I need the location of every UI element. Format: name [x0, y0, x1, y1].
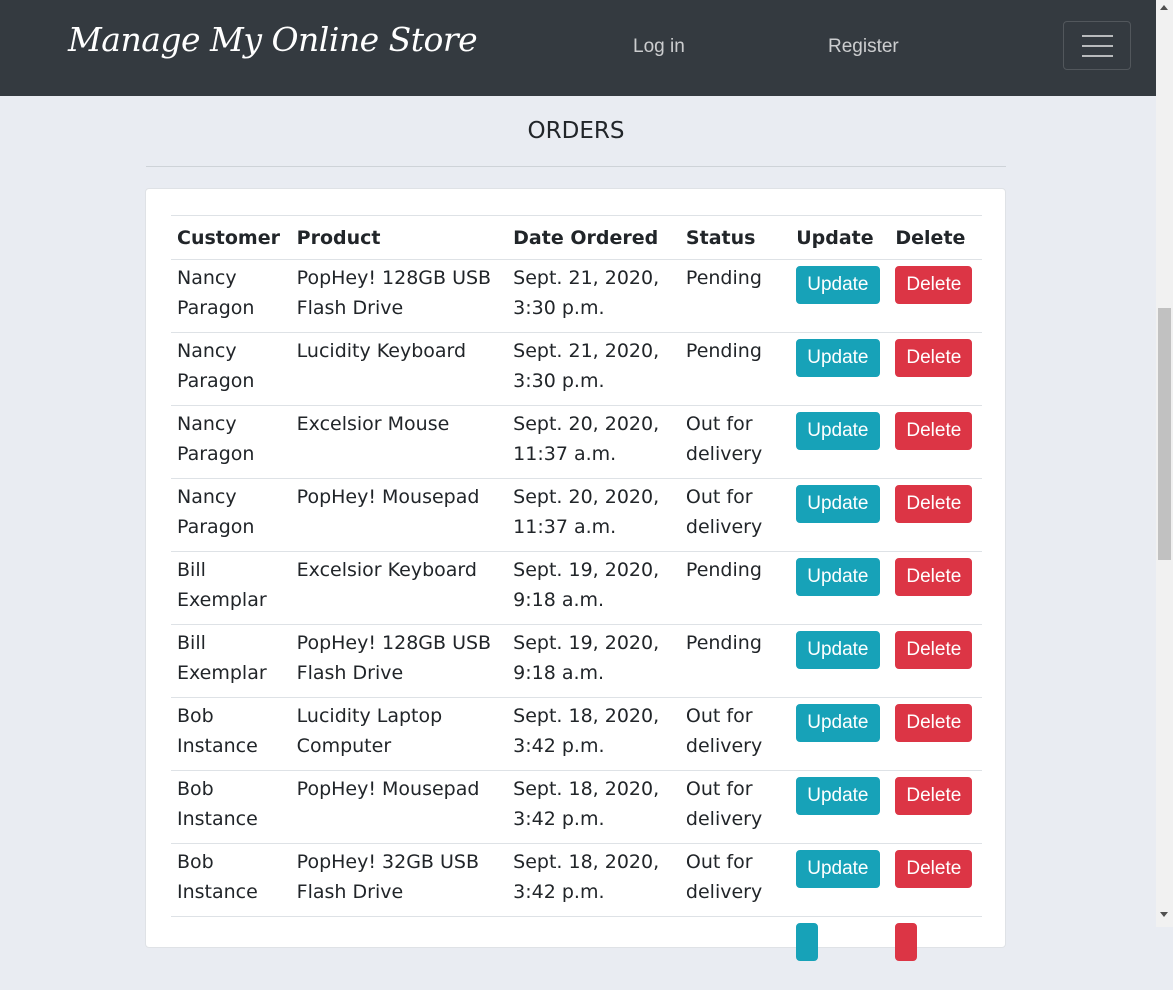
delete-button[interactable]: Delete	[895, 339, 973, 377]
cell-customer	[171, 916, 291, 990]
cell-customer: Bob Instance	[171, 697, 291, 771]
update-button[interactable]: Update	[796, 631, 880, 669]
cell-date-ordered: Sept. 20, 2020, 11:37 a.m.	[507, 478, 680, 552]
cell-product: PopHey! Mousepad	[290, 478, 508, 552]
delete-button[interactable]: Delete	[895, 558, 973, 596]
navbar: Manage My Online Store Log in Register	[0, 0, 1156, 96]
table-row: Bob Instance PopHey! 32GB USB Flash Driv…	[171, 843, 982, 917]
cell-date-ordered: Sept. 18, 2020, 3:42 p.m.	[507, 770, 680, 844]
cell-date-ordered: Sept. 18, 2020, 3:42 p.m.	[507, 843, 680, 917]
cell-status: Pending	[679, 624, 791, 698]
orders-card: Customer Product Date Ordered Status Upd…	[145, 188, 1006, 990]
orders-table: Customer Product Date Ordered Status Upd…	[171, 215, 982, 990]
update-button[interactable]: Update	[796, 777, 880, 815]
header-date-ordered: Date Ordered	[507, 215, 680, 260]
scroll-down-arrow-icon[interactable]	[1160, 912, 1168, 917]
cell-customer: Bob Instance	[171, 843, 291, 917]
header-delete: Delete	[889, 215, 982, 260]
login-link[interactable]: Log in	[633, 36, 685, 58]
table-row: Bob Instance PopHey! Mousepad Sept. 18, …	[171, 770, 982, 844]
cell-customer: Nancy Paragon	[171, 478, 291, 552]
update-button[interactable]: Update	[796, 704, 880, 742]
table-row: Nancy Paragon Lucidity Keyboard Sept. 21…	[171, 332, 982, 406]
brand-logo-text[interactable]: Manage My Online Store	[68, 20, 478, 59]
cell-status: Out for delivery	[679, 770, 791, 844]
cell-product: PopHey! 128GB USB Flash Drive	[290, 624, 508, 698]
delete-button[interactable]: Delete	[895, 485, 973, 523]
update-button[interactable]	[796, 923, 819, 961]
delete-button[interactable]: Delete	[895, 631, 973, 669]
header-customer: Customer	[171, 215, 291, 260]
cell-date-ordered: Sept. 18, 2020, 3:42 p.m.	[507, 697, 680, 771]
cell-product: Excelsior Keyboard	[290, 551, 508, 625]
hamburger-menu-icon	[1082, 35, 1113, 37]
cell-status: Pending	[679, 551, 791, 625]
table-row: Nancy Paragon PopHey! Mousepad Sept. 20,…	[171, 478, 982, 552]
cell-product	[290, 916, 508, 990]
cell-customer: Nancy Paragon	[171, 332, 291, 406]
scroll-up-arrow-icon[interactable]	[1160, 5, 1168, 10]
cell-status: Out for delivery	[679, 478, 791, 552]
update-button[interactable]: Update	[796, 850, 880, 888]
cell-date-ordered: Sept. 19, 2020, 9:18 a.m.	[507, 624, 680, 698]
cell-product: Lucidity Keyboard	[290, 332, 508, 406]
header-status: Status	[679, 215, 791, 260]
table-row	[171, 916, 982, 990]
cell-product: PopHey! 128GB USB Flash Drive	[290, 259, 508, 333]
cell-customer: Bill Exemplar	[171, 624, 291, 698]
cell-status: Out for delivery	[679, 405, 791, 479]
cell-product: Excelsior Mouse	[290, 405, 508, 479]
cell-product: Lucidity Laptop Computer	[290, 697, 508, 771]
cell-date-ordered: Sept. 20, 2020, 11:37 a.m.	[507, 405, 680, 479]
cell-date-ordered	[507, 916, 680, 990]
title-divider	[146, 166, 1006, 167]
cell-status	[679, 916, 791, 990]
update-button[interactable]: Update	[796, 485, 880, 523]
table-row: Bill Exemplar PopHey! 128GB USB Flash Dr…	[171, 624, 982, 698]
cell-date-ordered: Sept. 21, 2020, 3:30 p.m.	[507, 259, 680, 333]
table-header-row: Customer Product Date Ordered Status Upd…	[171, 215, 982, 260]
update-button[interactable]: Update	[796, 412, 880, 450]
delete-button[interactable]: Delete	[895, 777, 973, 815]
cell-status: Pending	[679, 259, 791, 333]
page-title: ORDERS	[527, 118, 625, 144]
page-scrollbar[interactable]	[1156, 0, 1173, 927]
cell-product: PopHey! 32GB USB Flash Drive	[290, 843, 508, 917]
cell-customer: Bob Instance	[171, 770, 291, 844]
scrollbar-thumb[interactable]	[1158, 308, 1171, 560]
table-row: Bob Instance Lucidity Laptop Computer Se…	[171, 697, 982, 771]
header-update: Update	[790, 215, 890, 260]
update-button[interactable]: Update	[796, 339, 880, 377]
update-button[interactable]: Update	[796, 266, 880, 304]
delete-button[interactable]: Delete	[895, 266, 973, 304]
navbar-toggler-button[interactable]	[1063, 21, 1131, 70]
cell-customer: Bill Exemplar	[171, 551, 291, 625]
delete-button[interactable]: Delete	[895, 850, 973, 888]
header-product: Product	[290, 215, 508, 260]
cell-status: Out for delivery	[679, 843, 791, 917]
table-row: Nancy Paragon PopHey! 128GB USB Flash Dr…	[171, 259, 982, 333]
cell-customer: Nancy Paragon	[171, 405, 291, 479]
update-button[interactable]: Update	[796, 558, 880, 596]
delete-button[interactable]: Delete	[895, 412, 973, 450]
cell-status: Pending	[679, 332, 791, 406]
cell-date-ordered: Sept. 19, 2020, 9:18 a.m.	[507, 551, 680, 625]
cell-customer: Nancy Paragon	[171, 259, 291, 333]
cell-date-ordered: Sept. 21, 2020, 3:30 p.m.	[507, 332, 680, 406]
register-link[interactable]: Register	[828, 36, 899, 58]
delete-button[interactable]: Delete	[895, 704, 973, 742]
cell-product: PopHey! Mousepad	[290, 770, 508, 844]
delete-button[interactable]	[895, 923, 918, 961]
table-row: Bill Exemplar Excelsior Keyboard Sept. 1…	[171, 551, 982, 625]
table-row: Nancy Paragon Excelsior Mouse Sept. 20, …	[171, 405, 982, 479]
cell-status: Out for delivery	[679, 697, 791, 771]
